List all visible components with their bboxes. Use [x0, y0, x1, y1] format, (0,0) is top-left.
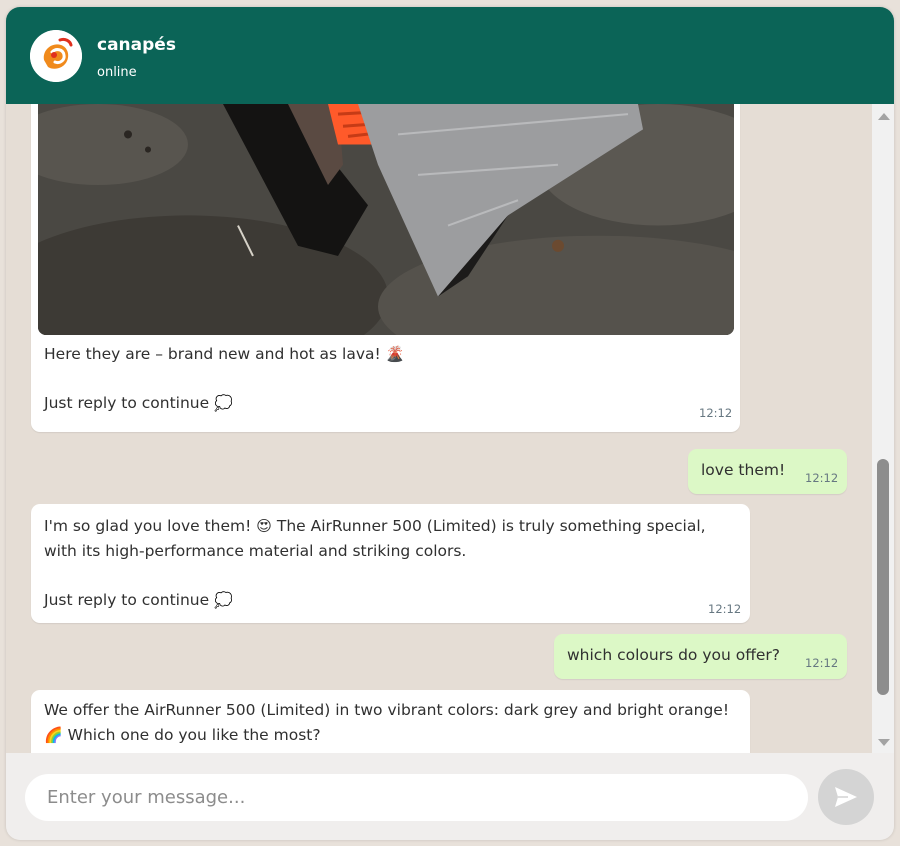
message-list[interactable]: Here they are – brand new and hot as lav…: [6, 104, 872, 753]
incoming-message: We offer the AirRunner 500 (Limited) in …: [31, 690, 750, 753]
scroll-down-arrow-icon[interactable]: [878, 739, 890, 746]
thought-bubble-emoji-icon: 💭: [214, 394, 233, 412]
rainbow-emoji-icon: 🌈: [44, 726, 63, 744]
message-text: Just reply to continue: [44, 394, 210, 412]
message-time: 12:12: [805, 471, 839, 485]
message-text: which colours do you offer?: [567, 646, 781, 664]
chat-title: canapés: [97, 35, 176, 55]
composer-bar: [6, 753, 894, 840]
bot-avatar: [30, 30, 82, 82]
message-text: We offer the AirRunner 500 (Limited) in …: [44, 701, 730, 719]
message-time: 12:12: [708, 602, 742, 616]
incoming-message: I'm so glad you love them! 😍 The AirRunn…: [31, 504, 750, 623]
message-text: Here they are – brand new and hot as lav…: [44, 345, 381, 363]
shrimp-logo-icon: [30, 30, 82, 82]
scrollbar-thumb[interactable]: [877, 459, 889, 695]
send-icon: [835, 787, 857, 807]
chat-status: online: [97, 65, 137, 80]
message-time: 12:12: [699, 406, 733, 420]
scroll-up-arrow-icon[interactable]: [878, 113, 890, 120]
message-time: 12:12: [805, 656, 839, 670]
heart-eyes-emoji-icon: 😍: [256, 517, 272, 535]
chat-header: canapés online: [6, 7, 894, 104]
thought-bubble-emoji-icon: 💭: [214, 591, 233, 609]
outgoing-message: which colours do you offer? 12:12: [554, 634, 847, 679]
message-scrollbar[interactable]: [872, 104, 894, 753]
chat-window: canapés online Here they are – brand new…: [6, 7, 894, 840]
message-input[interactable]: [25, 774, 808, 821]
message-text: The AirRunner 500 (Limited) is truly som…: [276, 517, 706, 535]
message-text: love them!: [701, 461, 786, 479]
message-text: Just reply to continue: [44, 591, 210, 609]
message-text: Which one do you like the most?: [67, 726, 321, 744]
send-button[interactable]: [818, 769, 874, 825]
volcano-emoji-icon: 🌋: [385, 345, 405, 363]
incoming-message: Here they are – brand new and hot as lav…: [31, 104, 740, 432]
product-photo: [38, 104, 734, 335]
outgoing-message: love them! 12:12: [688, 449, 847, 494]
message-text: with its high-performance material and s…: [44, 542, 467, 560]
message-text: I'm so glad you love them!: [44, 517, 252, 535]
